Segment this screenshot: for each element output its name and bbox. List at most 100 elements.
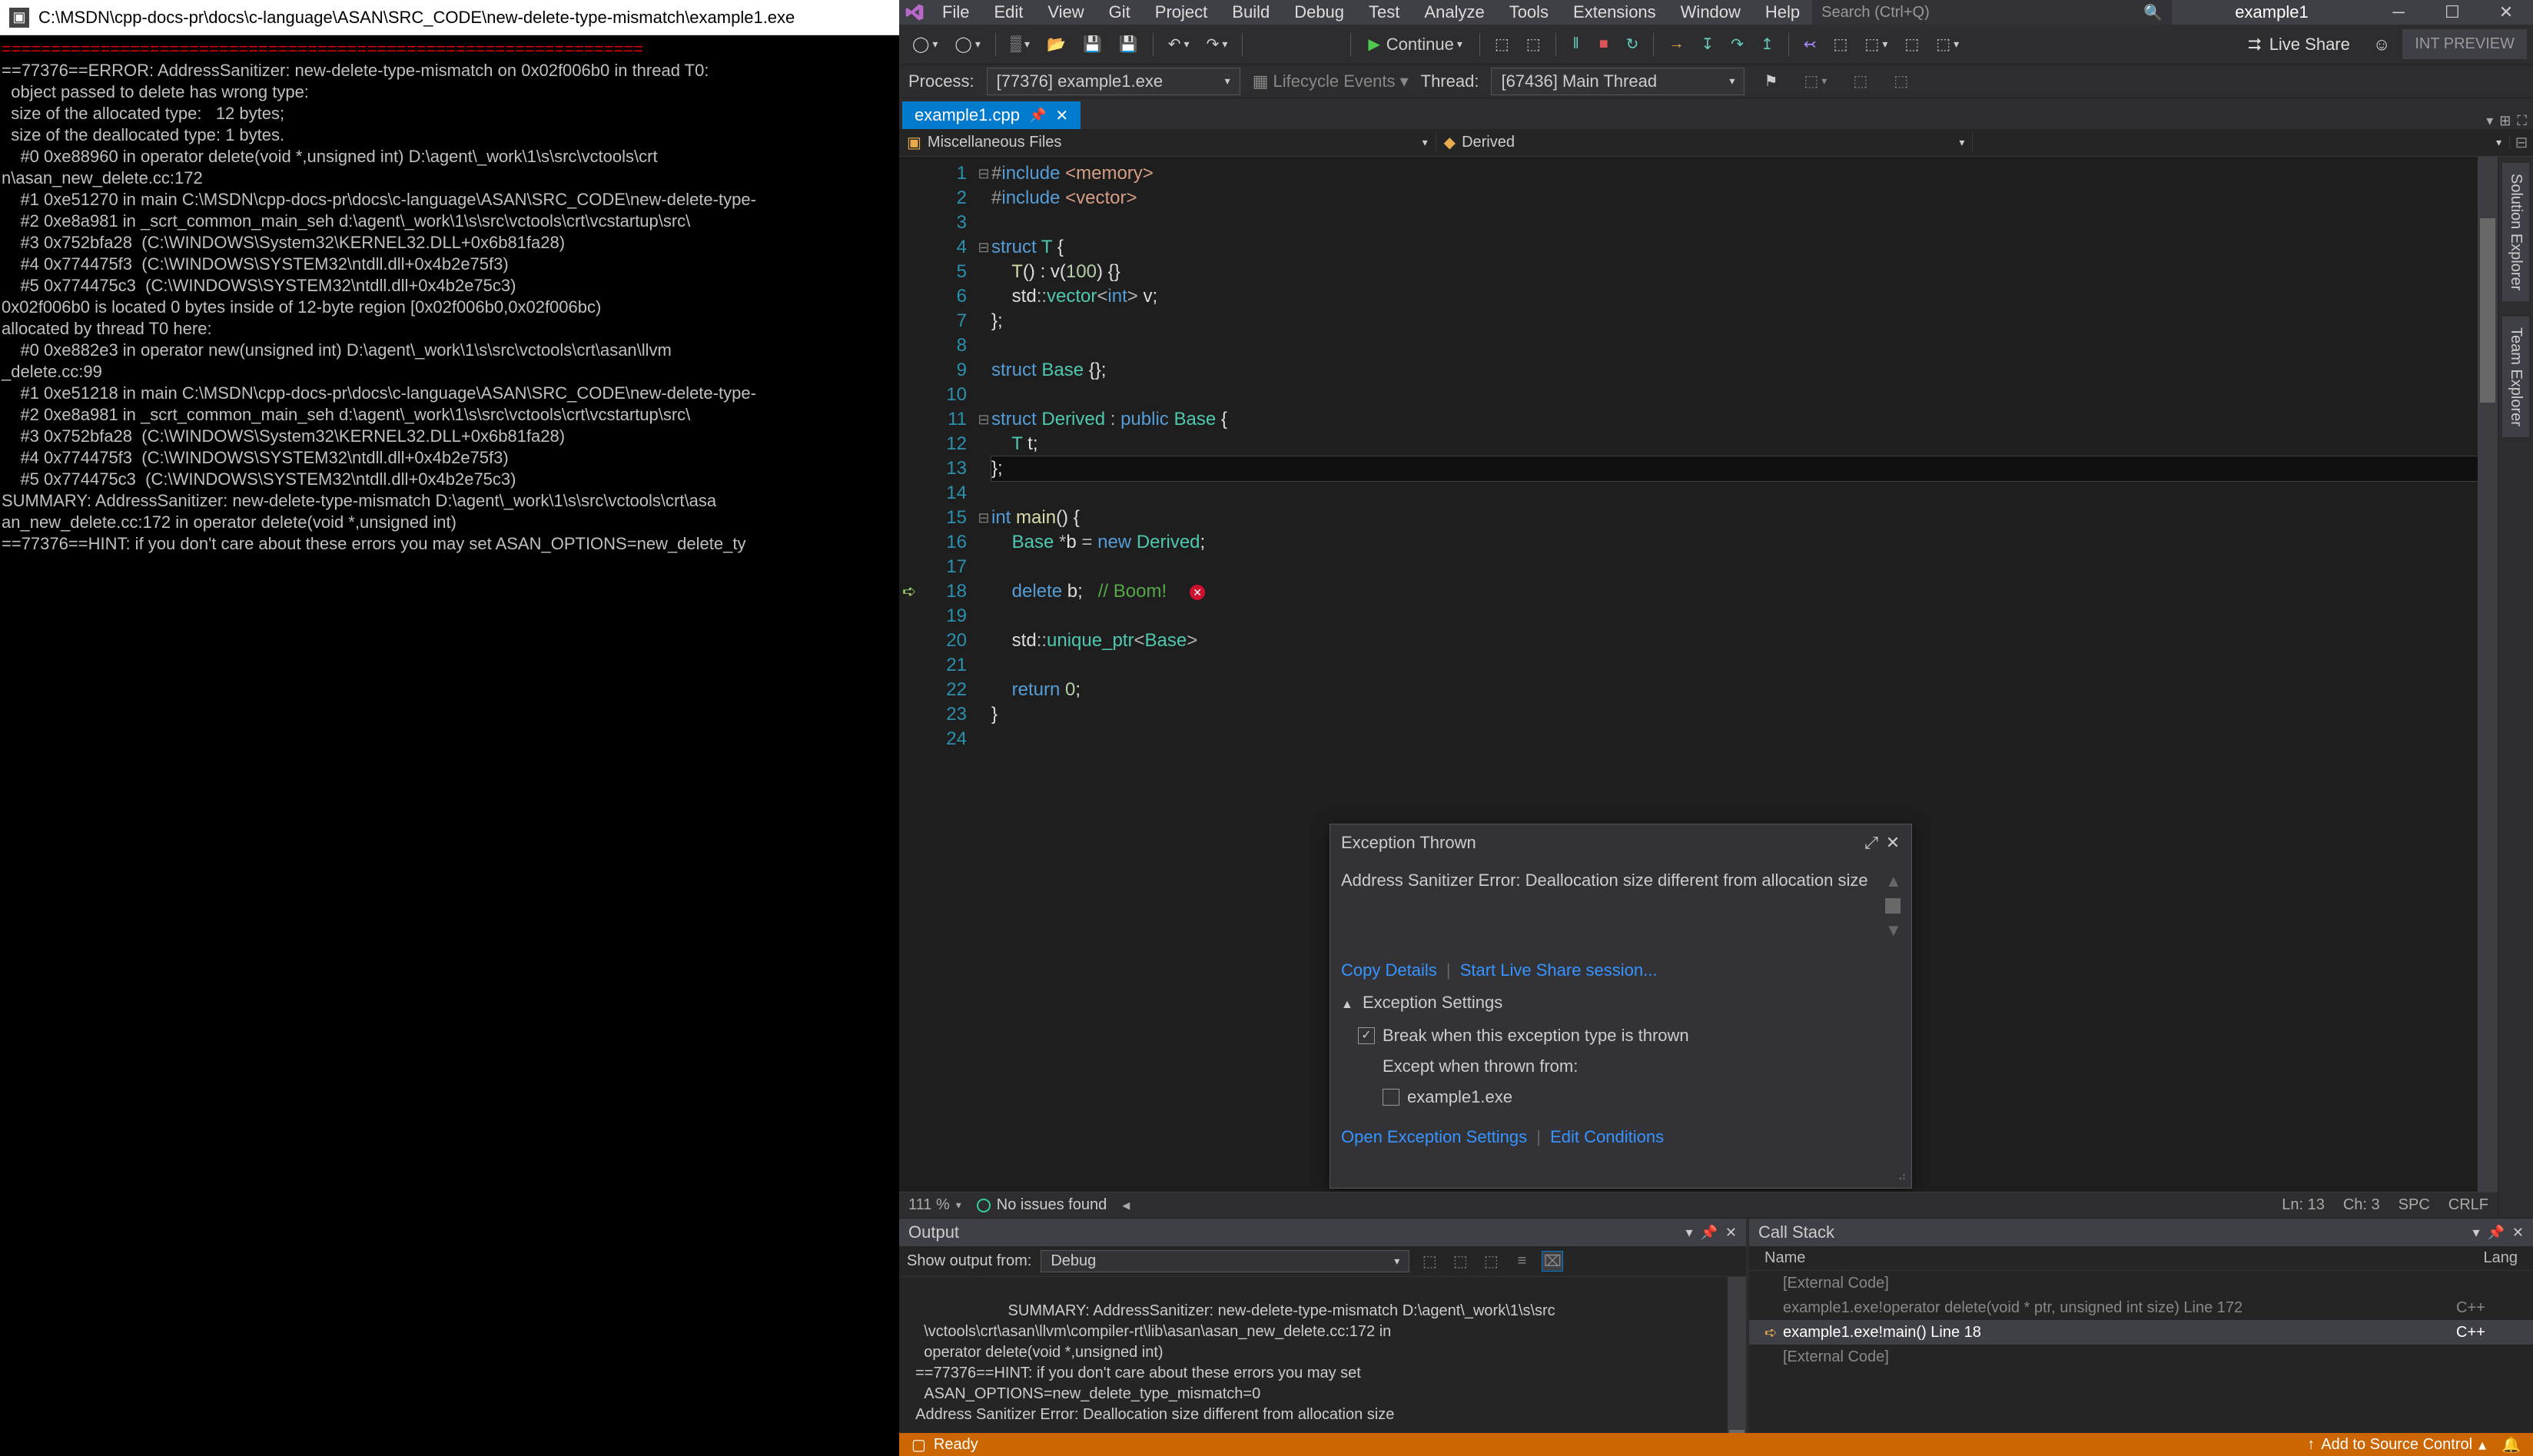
- menu-project[interactable]: Project: [1143, 2, 1220, 22]
- callstack-row[interactable]: example1.exe!operator delete(void * ptr,…: [1749, 1295, 2533, 1320]
- nav-fwd-button[interactable]: ◯▾: [948, 31, 987, 58]
- solution-explorer-tab[interactable]: Solution Explorer: [2502, 163, 2529, 301]
- error-indicator[interactable]: No issues found: [977, 1196, 1107, 1214]
- edit-conditions-link[interactable]: Edit Conditions: [1550, 1127, 1664, 1146]
- menu-help[interactable]: Help: [1753, 2, 1812, 22]
- output-icon-3[interactable]: ⬚: [1480, 1252, 1502, 1271]
- editor-scrollbar[interactable]: [2478, 157, 2498, 1192]
- stack-icon2[interactable]: ⬚: [1846, 68, 1874, 95]
- lineend-indicator[interactable]: CRLF: [2448, 1196, 2488, 1214]
- console-output[interactable]: ========================================…: [0, 35, 899, 1456]
- nav-scope-combo[interactable]: ▣ Miscellaneous Files▾: [899, 133, 1436, 152]
- dbg-icon-2[interactable]: ⬚: [1519, 31, 1548, 58]
- undo-button[interactable]: ↶▾: [1161, 31, 1197, 58]
- output-wrap-icon[interactable]: ≡: [1511, 1252, 1532, 1270]
- show-next-button[interactable]: →: [1662, 31, 1691, 58]
- restart-button[interactable]: ↻: [1619, 31, 1646, 58]
- start-live-share-link[interactable]: Start Live Share session...: [1460, 960, 1658, 980]
- step-into-button[interactable]: ↧: [1694, 31, 1721, 58]
- thread-combo[interactable]: [67436] Main Thread▾: [1491, 68, 1745, 95]
- break-checkbox[interactable]: ✓: [1358, 1027, 1375, 1044]
- output-clear-icon[interactable]: ⌧: [1542, 1251, 1563, 1272]
- scroll-up-icon[interactable]: ▲: [1885, 869, 1901, 894]
- menu-tools[interactable]: Tools: [1497, 2, 1561, 22]
- nav-member-combo[interactable]: ▾: [1973, 136, 2510, 149]
- h-scroll-left-icon[interactable]: ◂: [1122, 1196, 1130, 1215]
- callstack-row[interactable]: [External Code]: [1749, 1271, 2533, 1295]
- col-lang[interactable]: Lang: [2484, 1249, 2518, 1267]
- output-source-combo[interactable]: Debug▾: [1041, 1250, 1409, 1272]
- panel-close-icon[interactable]: ✕: [2512, 1225, 2524, 1241]
- pin-icon[interactable]: 📌: [1029, 108, 1046, 124]
- stack-icon[interactable]: ⬚▾: [1797, 68, 1834, 95]
- menu-window[interactable]: Window: [1668, 2, 1753, 22]
- redo-button[interactable]: ↷▾: [1200, 31, 1235, 58]
- menu-git[interactable]: Git: [1097, 2, 1143, 22]
- callstack-row[interactable]: ➪example1.exe!main() Line 18C++: [1749, 1320, 2533, 1345]
- config-combo[interactable]: [1250, 31, 1343, 58]
- col-name[interactable]: Name: [1764, 1249, 1805, 1267]
- menu-build[interactable]: Build: [1220, 2, 1282, 22]
- fold-column[interactable]: ⊟⊟⊟⊟: [976, 157, 991, 1192]
- close-button[interactable]: ✕: [2479, 0, 2533, 25]
- nav-type-combo[interactable]: ◆ Derived▾: [1436, 133, 1974, 152]
- copy-details-link[interactable]: Copy Details: [1341, 960, 1437, 980]
- dbg-misc-4[interactable]: ⬚▾: [1929, 31, 1966, 58]
- spaces-indicator[interactable]: SPC: [2399, 1196, 2430, 1214]
- panel-pin-icon[interactable]: 📌: [2487, 1225, 2504, 1241]
- menu-debug[interactable]: Debug: [1282, 2, 1356, 22]
- menu-extensions[interactable]: Extensions: [1561, 2, 1668, 22]
- dbg-misc-2[interactable]: ⬚▾: [1857, 31, 1894, 58]
- panel-pin-icon[interactable]: 📌: [1700, 1225, 1717, 1241]
- scroll-thumb[interactable]: [1885, 898, 1901, 914]
- tab-example1-cpp[interactable]: example1.cpp 📌 ✕: [902, 101, 1081, 129]
- maximize-button[interactable]: ☐: [2425, 0, 2479, 25]
- step-out-button[interactable]: ↥: [1754, 31, 1781, 58]
- output-icon-1[interactable]: ⬚: [1419, 1252, 1440, 1271]
- flag-icon[interactable]: ⚑: [1757, 68, 1784, 95]
- split-icon[interactable]: ⊞: [2499, 113, 2511, 129]
- fullscreen-icon[interactable]: ⛶: [2517, 113, 2527, 129]
- output-scrollbar[interactable]: [1728, 1277, 1746, 1456]
- callstack-row[interactable]: [External Code]: [1749, 1345, 2533, 1369]
- callstack-list[interactable]: [External Code]example1.exe!operator del…: [1749, 1271, 2533, 1456]
- menu-test[interactable]: Test: [1356, 2, 1412, 22]
- menu-view[interactable]: View: [1035, 2, 1096, 22]
- team-explorer-tab[interactable]: Team Explorer: [2502, 317, 2529, 437]
- panel-close-icon[interactable]: ✕: [1725, 1225, 1737, 1241]
- panel-dropdown-icon[interactable]: ▾: [1685, 1225, 1692, 1241]
- dbg-misc-1[interactable]: ⬚: [1827, 31, 1855, 58]
- expand-icon[interactable]: ▲: [1341, 998, 1353, 1011]
- stop-button[interactable]: ■: [1592, 31, 1616, 58]
- line-number-gutter[interactable]: 123456789101112131415161718192021222324: [899, 157, 976, 1192]
- resize-grip-icon[interactable]: ⣠: [1330, 1160, 1911, 1188]
- output-icon-2[interactable]: ⬚: [1449, 1252, 1471, 1271]
- save-all-button[interactable]: 💾: [1112, 31, 1145, 58]
- notifications-icon[interactable]: 🔔: [2501, 1435, 2521, 1454]
- step-back-button[interactable]: ↢: [1797, 31, 1824, 58]
- output-text[interactable]: SUMMARY: AddressSanitizer: new-delete-ty…: [899, 1277, 1746, 1456]
- code-editor[interactable]: ➪ 12345678910111213141516171819202122232…: [899, 157, 2498, 1218]
- except-target-checkbox[interactable]: [1383, 1089, 1399, 1106]
- exception-pin-icon[interactable]: ⤢: [1861, 831, 1882, 855]
- minimize-button[interactable]: ─: [2372, 0, 2425, 25]
- menu-file[interactable]: File: [930, 2, 981, 22]
- dbg-icon-1[interactable]: ⬚: [1488, 31, 1516, 58]
- panel-dropdown-icon[interactable]: ▾: [2472, 1225, 2479, 1241]
- tab-close-icon[interactable]: ✕: [1055, 106, 1068, 125]
- stack-icon3[interactable]: ⬚: [1887, 68, 1915, 95]
- break-all-button[interactable]: ‖: [1564, 31, 1589, 58]
- preview-icon[interactable]: ▾: [2486, 113, 2493, 129]
- continue-button[interactable]: ▶ Continue ▾: [1359, 35, 1472, 55]
- feedback-icon[interactable]: ☺: [2373, 35, 2390, 55]
- search-box[interactable]: Search (Ctrl+Q) 🔍: [1812, 0, 2172, 25]
- nav-back-button[interactable]: ◯▾: [905, 31, 944, 58]
- console-titlebar[interactable]: ▣ C:\MSDN\cpp-docs-pr\docs\c-language\AS…: [0, 0, 899, 35]
- process-combo[interactable]: [77376] example1.exe▾: [987, 68, 1240, 95]
- vs-logo-icon[interactable]: [899, 0, 930, 25]
- zoom-level[interactable]: 111 %▾: [908, 1196, 961, 1214]
- add-source-control-button[interactable]: ↑ Add to Source Control ▴: [2307, 1435, 2486, 1454]
- nav-split-icon[interactable]: ⊟: [2510, 133, 2533, 152]
- open-button[interactable]: 📂: [1040, 31, 1073, 58]
- step-over-button[interactable]: ↷: [1724, 31, 1751, 58]
